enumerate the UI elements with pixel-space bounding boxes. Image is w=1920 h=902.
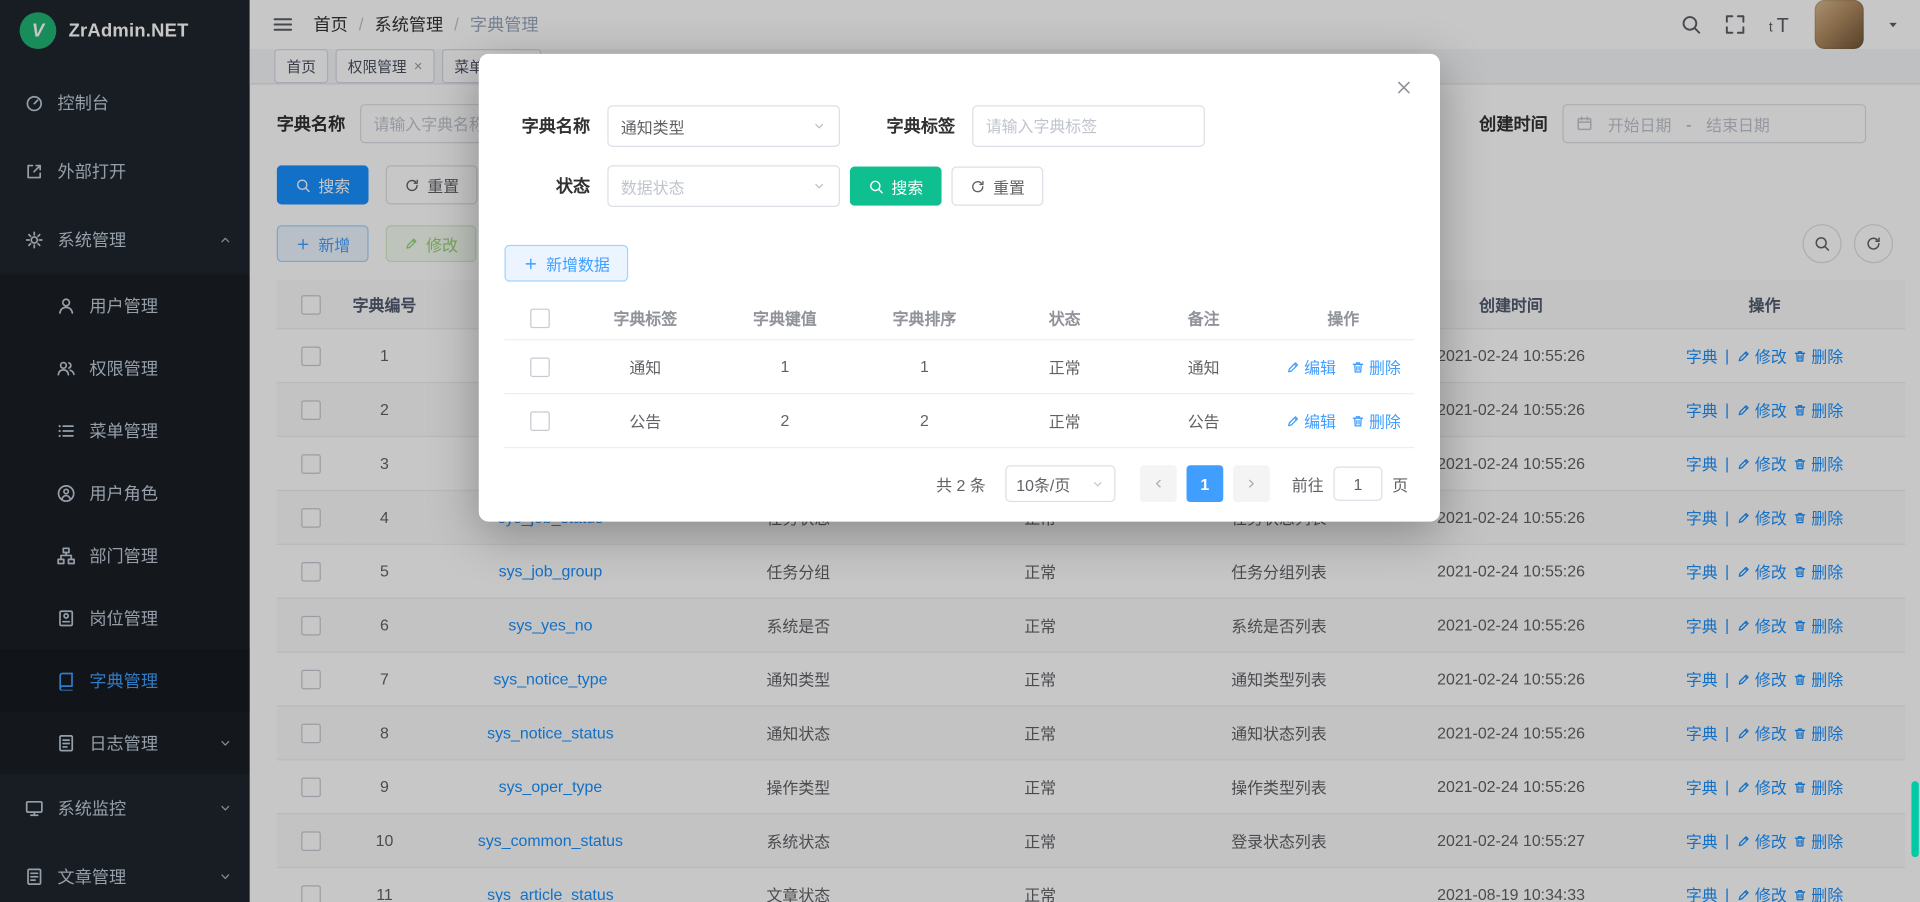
page-1-button[interactable]: 1 xyxy=(1186,465,1223,502)
modal-column-header: 字典键值 xyxy=(715,296,855,339)
modal-form-row-1: 字典名称 通知类型 字典标签 xyxy=(504,105,1415,147)
add-data-button[interactable]: 新增数据 xyxy=(504,245,628,282)
cell-actions: 编辑删除 xyxy=(1272,394,1414,448)
modal-search-label: 搜索 xyxy=(891,174,923,197)
cell-dict-value: 2 xyxy=(715,394,855,448)
modal-column-header: 状态 xyxy=(994,296,1135,339)
prev-page-button[interactable] xyxy=(1140,465,1177,502)
modal-status-label: 状态 xyxy=(504,174,590,198)
chevron-right-icon xyxy=(1244,476,1259,491)
modal-row-checkbox[interactable] xyxy=(530,357,550,377)
modal-row-checkbox[interactable] xyxy=(530,411,550,431)
modal-dict-name-value: 通知类型 xyxy=(621,114,685,137)
modal-column-header: 字典排序 xyxy=(855,296,995,339)
modal-row-select-cell xyxy=(504,340,575,394)
page-size-value: 10条/页 xyxy=(1016,472,1070,495)
add-data-label: 新增数据 xyxy=(546,252,610,275)
modal-edit-link[interactable]: 编辑 xyxy=(1286,409,1336,432)
cell-status: 正常 xyxy=(994,394,1135,448)
modal-delete-link[interactable]: 删除 xyxy=(1351,409,1401,432)
trash-icon xyxy=(1351,413,1366,428)
dict-data-dialog: 字典名称 通知类型 字典标签 状态 数据状态 搜索 重置 新增 xyxy=(479,54,1440,522)
cell-status: 正常 xyxy=(994,340,1135,394)
modal-dict-name-label: 字典名称 xyxy=(504,114,590,138)
modal-dict-label-input[interactable] xyxy=(986,117,1192,135)
modal-row-select-cell xyxy=(504,394,575,448)
modal-delete-link[interactable]: 删除 xyxy=(1351,355,1401,378)
goto-page-input[interactable] xyxy=(1333,467,1382,501)
modal-search-button[interactable]: 搜索 xyxy=(850,167,942,206)
scrollbar-track[interactable] xyxy=(1910,0,1919,902)
cell-dict-label: 通知 xyxy=(576,340,716,394)
edit-icon xyxy=(1286,413,1301,428)
refresh-icon xyxy=(970,178,986,194)
modal-table-header-row: 字典标签字典键值字典排序状态备注操作 xyxy=(504,296,1414,339)
modal-status-select[interactable]: 数据状态 xyxy=(607,165,840,207)
cell-actions: 编辑删除 xyxy=(1272,340,1414,394)
modal-select-all-cell xyxy=(504,296,575,339)
total-count: 共 2 条 xyxy=(936,472,986,495)
chevron-down-icon xyxy=(812,119,827,134)
goto-label: 前往 xyxy=(1292,472,1324,495)
modal-column-header: 字典标签 xyxy=(576,296,716,339)
modal-reset-label: 重置 xyxy=(993,174,1025,197)
search-icon xyxy=(868,178,884,194)
modal-edit-link[interactable]: 编辑 xyxy=(1286,355,1336,378)
chevron-down-icon xyxy=(1091,477,1104,490)
trash-icon xyxy=(1351,359,1366,374)
chevron-left-icon xyxy=(1151,476,1166,491)
page-unit-label: 页 xyxy=(1392,472,1408,495)
next-page-button[interactable] xyxy=(1233,465,1270,502)
modal-reset-button[interactable]: 重置 xyxy=(951,167,1043,206)
page-size-select[interactable]: 10条/页 xyxy=(1005,465,1115,502)
edit-icon xyxy=(1286,359,1301,374)
cell-remark: 公告 xyxy=(1135,394,1272,448)
chevron-down-icon xyxy=(812,179,827,194)
modal-table-row: 公告22正常公告编辑删除 xyxy=(504,394,1414,448)
modal-select-all-checkbox[interactable] xyxy=(530,308,550,328)
cell-dict-value: 1 xyxy=(715,340,855,394)
plus-icon xyxy=(523,255,539,271)
scrollbar-thumb[interactable] xyxy=(1911,781,1918,857)
modal-dict-label-field xyxy=(972,105,1205,147)
modal-column-header: 备注 xyxy=(1135,296,1272,339)
pagination: 共 2 条 10条/页 1 前往 页 xyxy=(504,465,1415,502)
modal-table-row: 通知11正常通知编辑删除 xyxy=(504,340,1414,394)
cell-remark: 通知 xyxy=(1135,340,1272,394)
cell-dict-sort: 1 xyxy=(855,340,995,394)
close-icon[interactable] xyxy=(1395,78,1413,96)
dict-data-table: 字典标签字典键值字典排序状态备注操作通知11正常通知编辑删除公告22正常公告编辑… xyxy=(504,296,1414,448)
app-root: V ZrAdmin.NET 控制台外部打开系统管理用户管理权限管理菜单管理用户角… xyxy=(0,0,1920,902)
modal-column-header: 操作 xyxy=(1272,296,1414,339)
modal-dict-name-select[interactable]: 通知类型 xyxy=(607,105,840,147)
cell-dict-sort: 2 xyxy=(855,394,995,448)
close-icon xyxy=(1395,78,1413,96)
goto-page: 前往 页 xyxy=(1292,467,1408,501)
modal-status-placeholder: 数据状态 xyxy=(621,174,685,197)
modal-dict-label-label: 字典标签 xyxy=(869,114,955,138)
cell-dict-label: 公告 xyxy=(576,394,716,448)
modal-form-row-2: 状态 数据状态 搜索 重置 xyxy=(504,165,1415,207)
